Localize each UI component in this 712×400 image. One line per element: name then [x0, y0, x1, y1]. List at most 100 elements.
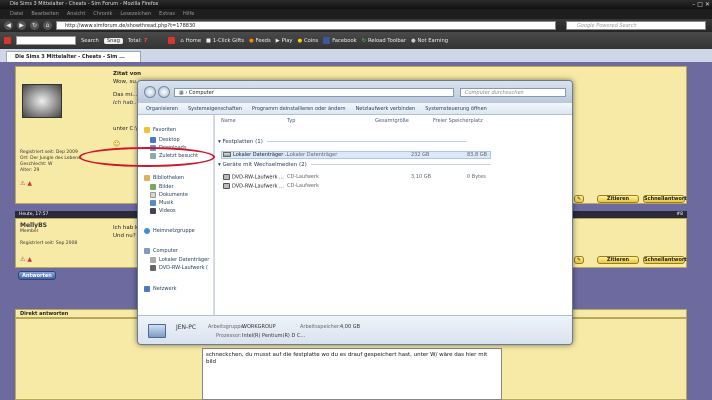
post-date: Heute, 17:57 — [19, 212, 49, 217]
workgroup-label: Arbeitsgruppe: — [208, 324, 246, 330]
cmd-organisieren[interactable]: Organisieren — [146, 106, 178, 112]
homegroup-icon — [144, 228, 150, 234]
nav-bilder[interactable]: Bilder — [150, 184, 174, 190]
feed-icon: ● — [249, 37, 254, 44]
toolbar-total: Total: 7 — [128, 38, 148, 44]
cmd-programm-deinstallieren[interactable]: Programm deinstallieren oder ändern — [252, 106, 346, 112]
maximize-icon[interactable]: □ — [697, 0, 703, 9]
flag-icon[interactable]: ▲ — [27, 256, 32, 263]
forward-icon[interactable]: ▶ — [17, 21, 26, 30]
computer-icon — [144, 248, 150, 254]
home-icon[interactable]: ⌂ — [43, 21, 52, 30]
nav-videos[interactable]: Videos — [150, 208, 176, 214]
col-typ[interactable]: Typ — [287, 118, 295, 124]
drive-row[interactable]: Lokaler Datenträger ... Lokaler Datenträ… — [215, 152, 572, 159]
zitieren-button[interactable]: Zitieren — [597, 195, 639, 203]
search-placeholder: Computer durchsuchen — [465, 90, 524, 96]
back-icon[interactable] — [144, 86, 156, 98]
nav-label: Heimnetzgruppe — [153, 228, 195, 234]
col-name[interactable]: Name — [221, 118, 236, 124]
explorer-nav-pane: Favoriten Desktop Downloads Zuletzt besu… — [138, 115, 214, 315]
col-gesamt[interactable]: Gesamtgröße — [375, 118, 409, 124]
toolbar-reload-button[interactable]: ↻ Reload Toolbar — [362, 38, 406, 44]
flag-icon[interactable]: ▲ — [27, 180, 32, 187]
nav-dokumente[interactable]: Dokumente — [150, 192, 188, 198]
toolbar-logo-icon[interactable] — [4, 37, 11, 44]
schnellantwort-button[interactable]: Schnellantwort — [643, 195, 687, 203]
nav-musik[interactable]: Musik — [150, 200, 173, 206]
nav-favoriten[interactable]: Favoriten — [144, 127, 176, 133]
drive-row[interactable]: DVD-RW-Laufwerk ... CD-Laufwerk — [215, 183, 572, 190]
group-festplatten[interactable]: ▾ Festplatten (1) — [218, 139, 467, 145]
edit-button[interactable]: ✎ — [574, 195, 584, 203]
toolbar-snag-button[interactable]: Snag — [103, 37, 123, 44]
menu-item[interactable]: Extras — [159, 9, 175, 19]
report-icon[interactable]: ⚠ — [20, 180, 25, 187]
toolbar-coins-button[interactable]: ● Coins — [297, 38, 318, 44]
menu-item[interactable]: Ansicht — [67, 9, 85, 19]
explorer-address-bar[interactable]: ▦ › Computer — [174, 88, 454, 97]
menu-item[interactable]: Lesezeichen — [120, 9, 151, 19]
explorer-search-input[interactable]: Computer durchsuchen — [460, 88, 566, 97]
toolbar-feeds-button[interactable]: ● Feeds — [249, 38, 271, 44]
post2-user: MellyBS Member Registriert seit: Sep 200… — [20, 222, 77, 247]
group-label: Festplatten (1) — [222, 139, 263, 145]
toolbar-facebook-button[interactable]: Facebook — [323, 37, 357, 44]
browser-tab[interactable]: Die Sims 3 Mittelalter - Cheats - Sim ..… — [6, 51, 141, 62]
reply-textarea[interactable]: schneckchen, du musst auf die festplatte… — [202, 348, 502, 400]
schnellantwort-button[interactable]: Schnellantwort — [643, 256, 687, 264]
nav-label: Lokaler Datenträger — [159, 257, 210, 263]
browser-search-input[interactable]: Google Powered Search — [566, 21, 706, 30]
cmd-netzlaufwerk[interactable]: Netzlaufwerk verbinden — [356, 106, 416, 112]
nav-dvd-laufwerk[interactable]: DVD-RW-Laufwerk ( — [150, 265, 208, 271]
username[interactable]: MellyBS — [20, 222, 77, 229]
antworten-button[interactable]: Antworten — [18, 271, 56, 280]
zitieren-button[interactable]: Zitieren — [597, 256, 639, 264]
toolbar-search-button[interactable]: Search — [81, 38, 99, 44]
explorer-content: Name Typ Gesamtgröße Freier Speicherplat… — [215, 115, 572, 315]
minimize-icon[interactable]: – — [692, 0, 695, 9]
group-wechselmedien[interactable]: ▾ Geräte mit Wechselmedien (2) — [218, 162, 491, 168]
nav-bibliotheken[interactable]: Bibliotheken — [144, 175, 184, 181]
nav-desktop[interactable]: Desktop — [150, 137, 180, 143]
toolbar-earning-status[interactable]: ● Not Earning — [411, 38, 448, 44]
toolbar-search-input[interactable] — [16, 36, 76, 45]
forward-icon[interactable] — [158, 86, 170, 98]
toolbar-gifts-button[interactable]: ■ 1-Click Gifts — [206, 38, 244, 44]
nav-heimnetzgruppe[interactable]: Heimnetzgruppe — [144, 228, 195, 234]
cmd-systemsteuerung[interactable]: Systemsteuerung öffnen — [425, 106, 487, 112]
menu-item[interactable]: Hilfe — [183, 9, 194, 19]
button-label: Schnellantwort — [644, 196, 687, 202]
nav-lokaler-datentraeger[interactable]: Lokaler Datenträger — [150, 257, 209, 263]
cmd-systemeigenschaften[interactable]: Systemeigenschaften — [188, 106, 242, 112]
explorer-header: ▦ › Computer Computer durchsuchen — [138, 81, 572, 103]
post-number[interactable]: #8 — [676, 211, 683, 218]
browser-title-bar: Die Sims 3 Mittelalter - Cheats - Sim Fo… — [0, 0, 712, 9]
edit-button[interactable]: ✎ — [574, 256, 584, 264]
col-frei[interactable]: Freier Speicherplatz — [433, 118, 483, 124]
nav-computer[interactable]: Computer — [144, 248, 178, 254]
menu-item[interactable]: Bearbeiten — [31, 9, 58, 19]
nav-label: Bibliotheken — [153, 175, 184, 181]
search-placeholder: Google Powered Search — [577, 23, 637, 29]
menu-item[interactable]: Chronik — [93, 9, 112, 19]
toolbar-item-label: Coins — [304, 37, 319, 44]
toolbar-home-button[interactable]: ⌂ Home — [180, 38, 201, 44]
report-icon[interactable]: ⚠ — [20, 256, 25, 263]
nav-label: DVD-RW-Laufwerk ( — [159, 265, 209, 271]
back-icon[interactable]: ◀ — [4, 21, 13, 30]
toolbar-play-button[interactable]: ▶ Play — [276, 38, 293, 44]
nav-netzwerk[interactable]: Netzwerk — [144, 286, 177, 292]
drive-row[interactable]: DVD-RW-Laufwerk ... CD-Laufwerk 3,10 GB … — [215, 174, 572, 181]
reload-icon[interactable]: ↻ — [30, 21, 39, 30]
nav-label: Desktop — [159, 137, 180, 143]
drive-type: CD-Laufwerk — [287, 174, 319, 180]
url-text: http://www.simforum.de/showthread.php?t=… — [65, 23, 196, 29]
menu-item[interactable]: Datei — [10, 9, 23, 19]
url-bar[interactable]: http://www.simforum.de/showthread.php?t=… — [56, 21, 556, 30]
close-icon[interactable]: ✕ — [705, 0, 710, 9]
reload-icon: ↻ — [361, 37, 366, 44]
button-label: Zitieren — [606, 196, 630, 202]
report-icons: ⚠ ▲ — [20, 256, 32, 263]
toolbar-item-label: Play — [281, 37, 293, 44]
